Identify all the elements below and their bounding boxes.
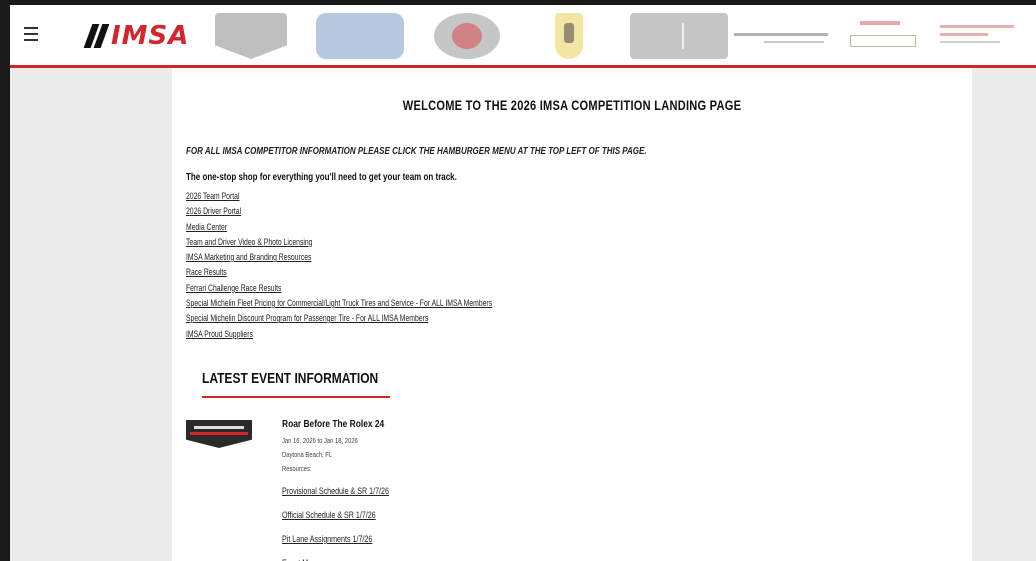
list-item: Ferrari Challenge Race Results — [186, 279, 611, 294]
top-navigation-bar: IMSA — [10, 5, 1036, 65]
intro-text: The one-stop shop for everything you'll … — [186, 172, 457, 183]
marketing-resources-link[interactable]: IMSA Marketing and Branding Resources — [186, 250, 311, 265]
series-logo-2[interactable] — [316, 13, 404, 59]
logo-wordmark: IMSA — [111, 21, 190, 51]
series-logo-5[interactable] — [630, 13, 728, 59]
series-logo-7[interactable] — [850, 13, 920, 59]
official-schedule-link[interactable]: Official Schedule & SR 1/7/26 — [282, 504, 376, 528]
list-item: Special Michelin Discount Program for Pa… — [186, 309, 611, 324]
series-logo-1[interactable] — [215, 13, 287, 59]
media-center-link[interactable]: Media Center — [186, 220, 227, 235]
race-results-link[interactable]: Race Results — [186, 265, 227, 280]
series-logo-6[interactable] — [734, 13, 830, 59]
list-item: IMSA Proud Suppliers — [186, 325, 611, 340]
event-location: Daytona Beach, FL — [282, 450, 333, 459]
licensing-link[interactable]: Team and Driver Video & Photo Licensing — [186, 235, 312, 250]
list-item: Official Schedule & SR 1/7/26 — [282, 502, 425, 526]
event-logo — [186, 416, 254, 454]
list-item: 2026 Driver Portal — [186, 202, 611, 217]
browser-viewport: IMSA WELCOME TO THE 2026 IMSA COMPETITIO… — [10, 5, 1036, 561]
event-dates: Jan 16, 2026 to Jan 18, 2026 — [282, 436, 358, 445]
series-logo-8[interactable] — [940, 13, 1020, 59]
ferrari-challenge-logo[interactable] — [555, 13, 583, 59]
logo-slashes-icon — [83, 24, 110, 48]
latest-event-heading: LATEST EVENT INFORMATION — [202, 370, 379, 387]
event-resources-list: Provisional Schedule & SR 1/7/26 Officia… — [282, 478, 425, 561]
list-item: 2026 Team Portal — [186, 187, 611, 202]
list-item: Team and Driver Video & Photo Licensing — [186, 233, 611, 248]
event-maps-link[interactable]: Event Maps — [282, 552, 320, 561]
event-title: Roar Before The Rolex 24 — [282, 418, 385, 430]
michelin-passenger-link[interactable]: Special Michelin Discount Program for Pa… — [186, 311, 428, 326]
ferrari-results-link[interactable]: Ferrari Challenge Race Results — [186, 281, 281, 296]
pit-lane-link[interactable]: Pit Lane Assignments 1/7/26 — [282, 528, 372, 552]
michelin-fleet-link[interactable]: Special Michelin Fleet Pricing for Comme… — [186, 296, 492, 311]
proud-suppliers-link[interactable]: IMSA Proud Suppliers — [186, 327, 253, 342]
resource-links-list: 2026 Team Portal 2026 Driver Portal Medi… — [186, 187, 611, 340]
heading-underline — [202, 396, 390, 398]
list-item: IMSA Marketing and Branding Resources — [186, 248, 611, 263]
main-content-panel: WELCOME TO THE 2026 IMSA COMPETITION LAN… — [172, 68, 972, 561]
resources-label: Resources: — [282, 464, 312, 473]
list-item: Pit Lane Assignments 1/7/26 — [282, 526, 425, 550]
list-item: Special Michelin Fleet Pricing for Comme… — [186, 294, 611, 309]
imsa-logo[interactable]: IMSA — [83, 21, 190, 51]
hamburger-menu-icon[interactable] — [24, 27, 38, 41]
list-item: Media Center — [186, 218, 611, 233]
team-portal-link[interactable]: 2026 Team Portal — [186, 189, 239, 204]
driver-portal-link[interactable]: 2026 Driver Portal — [186, 204, 241, 219]
list-item: Race Results — [186, 263, 611, 278]
provisional-schedule-link[interactable]: Provisional Schedule & SR 1/7/26 — [282, 480, 389, 504]
hamburger-notice: FOR ALL IMSA COMPETITOR INFORMATION PLEA… — [186, 146, 647, 157]
series-logo-3[interactable] — [434, 13, 500, 59]
list-item: Provisional Schedule & SR 1/7/26 — [282, 478, 425, 502]
page-title: WELCOME TO THE 2026 IMSA COMPETITION LAN… — [402, 98, 742, 113]
